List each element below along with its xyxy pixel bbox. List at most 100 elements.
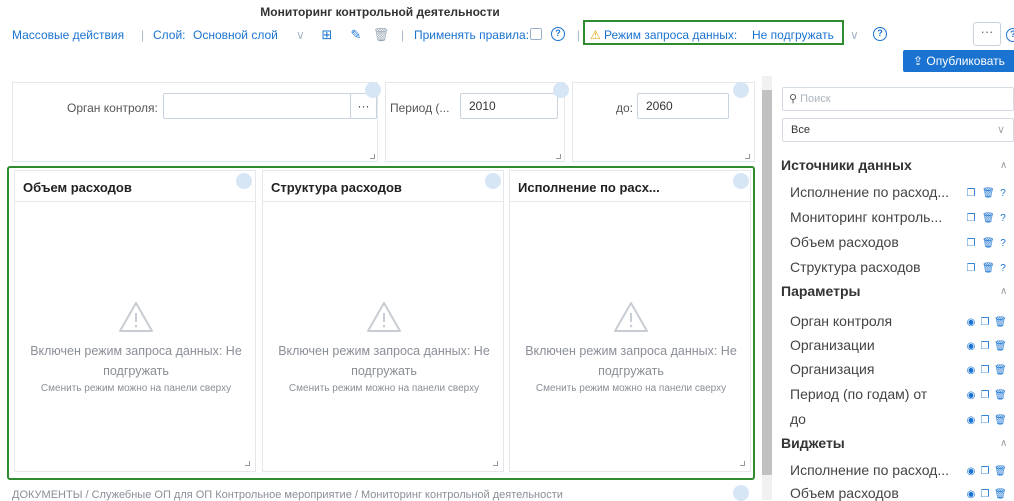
eye-icon[interactable]: ◉ <box>966 466 976 477</box>
org-label: Орган контроля: <box>67 101 158 115</box>
resize-handle[interactable] <box>740 461 745 466</box>
breadcrumb[interactable]: ДОКУМЕНТЫ / Служебные ОП для ОП Контроль… <box>12 489 563 501</box>
delete-icon[interactable]: 🗑 <box>994 341 1007 352</box>
warning-icon <box>367 302 401 332</box>
delete-icon[interactable]: 🗑 <box>982 238 995 249</box>
delete-icon[interactable]: 🗑 <box>994 466 1007 477</box>
widget-menu-dot[interactable] <box>365 82 381 98</box>
scrollbar-thumb[interactable] <box>762 90 772 475</box>
delete-icon[interactable]: 🗑 <box>982 188 995 199</box>
resize-handle[interactable] <box>556 154 561 159</box>
sidebar-search-input[interactable]: ⚲ Поиск <box>782 87 1014 111</box>
widget-title: Исполнение по расх... <box>510 171 750 202</box>
resize-handle[interactable] <box>493 461 498 466</box>
widget-menu-dot[interactable] <box>733 485 749 501</box>
widget-menu-dot[interactable] <box>553 82 569 98</box>
list-item[interactable]: Мониторинг контроль... <box>790 209 958 225</box>
delete-icon[interactable]: 🗑 <box>982 263 995 274</box>
widget-message: Включен режим запроса данных: Не подгруж… <box>30 344 242 378</box>
list-item[interactable]: Исполнение по расход... <box>790 184 958 200</box>
widget-menu-dot[interactable] <box>236 173 252 189</box>
copy-icon[interactable]: ❐ <box>980 317 990 328</box>
copy-icon[interactable]: ❐ <box>980 341 990 352</box>
list-item[interactable]: Исполнение по расход... <box>790 462 958 478</box>
section-widgets[interactable]: Виджеты <box>781 435 845 451</box>
widget-menu-dot[interactable] <box>485 173 501 189</box>
publish-button[interactable]: ⇪ Опубликовать <box>903 50 1014 72</box>
select-value: Все <box>791 124 810 136</box>
eye-icon[interactable]: ◉ <box>966 390 976 401</box>
delete-icon[interactable]: 🗑 <box>372 26 390 44</box>
list-item[interactable]: Объем расходов <box>790 485 958 501</box>
toolbar-divider: | <box>577 28 581 42</box>
chevron-down-icon[interactable]: ∨ <box>296 28 305 42</box>
help-icon[interactable]: ? <box>998 213 1008 224</box>
copy-icon[interactable]: ❐ <box>980 415 990 426</box>
list-item[interactable]: Период (по годам) от <box>790 386 958 402</box>
list-item[interactable]: Структура расходов <box>790 259 958 275</box>
list-item[interactable]: Организации <box>790 337 958 353</box>
toolbar-divider: | <box>401 28 405 42</box>
chevron-up-icon[interactable]: ∧ <box>1000 438 1007 449</box>
chevron-up-icon[interactable]: ∧ <box>1000 160 1007 171</box>
sidebar-filter-select[interactable]: Все ∨ <box>782 118 1014 142</box>
delete-icon[interactable]: 🗑 <box>994 365 1007 376</box>
eye-icon[interactable]: ◉ <box>966 365 976 376</box>
edit-icon[interactable]: ✎ <box>347 26 365 44</box>
publish-label: Опубликовать <box>926 54 1005 68</box>
delete-icon[interactable]: 🗑 <box>982 213 995 224</box>
resize-handle[interactable] <box>745 154 750 159</box>
delete-icon[interactable]: 🗑 <box>994 489 1007 500</box>
period-input[interactable]: 2010 <box>460 93 558 119</box>
widget-menu-dot[interactable] <box>733 82 749 98</box>
help-icon[interactable]: ? <box>998 263 1008 274</box>
to-input[interactable]: 2060 <box>637 93 729 119</box>
delete-icon[interactable]: 🗑 <box>994 415 1007 426</box>
data-mode-highlight <box>583 20 844 45</box>
toolbar-divider: | <box>141 28 145 42</box>
org-input[interactable] <box>163 93 351 119</box>
copy-icon[interactable]: ❐ <box>966 238 976 249</box>
bulk-actions-link[interactable]: Массовые действия <box>12 28 124 42</box>
copy-icon[interactable]: ❐ <box>980 489 990 500</box>
delete-icon[interactable]: 🗑 <box>994 317 1007 328</box>
list-item[interactable]: Объем расходов <box>790 234 958 250</box>
copy-icon[interactable]: ❐ <box>980 365 990 376</box>
section-data-sources[interactable]: Источники данных <box>781 157 912 173</box>
layer-select[interactable]: Основной слой <box>193 28 278 42</box>
widget-menu-dot[interactable] <box>733 173 749 189</box>
chevron-down-icon[interactable]: ∨ <box>850 28 859 42</box>
help-icon[interactable]: ? <box>551 27 565 41</box>
list-item[interactable]: Организация <box>790 361 958 377</box>
section-parameters[interactable]: Параметры <box>781 283 861 299</box>
copy-icon[interactable]: ❐ <box>980 390 990 401</box>
delete-icon[interactable]: 🗑 <box>994 390 1007 401</box>
eye-icon[interactable]: ◉ <box>966 489 976 500</box>
resize-handle[interactable] <box>245 461 250 466</box>
resize-handle[interactable] <box>370 154 375 159</box>
more-button[interactable]: ··· <box>973 22 1001 46</box>
help-icon[interactable]: ? <box>998 238 1008 249</box>
copy-icon[interactable]: ❐ <box>966 263 976 274</box>
eye-icon[interactable]: ◉ <box>966 415 976 426</box>
help-icon[interactable]: ? <box>1006 28 1014 42</box>
eye-icon[interactable]: ◉ <box>966 341 976 352</box>
eye-icon[interactable]: ◉ <box>966 317 976 328</box>
warning-icon <box>614 302 648 332</box>
widget-message: Включен режим запроса данных: Не подгруж… <box>278 344 490 378</box>
widget-hint: Сменить режим можно на панели сверху <box>40 383 232 394</box>
copy-icon[interactable]: ❐ <box>980 466 990 477</box>
to-label: до: <box>616 101 634 115</box>
copy-icon[interactable]: ❐ <box>966 188 976 199</box>
list-item[interactable]: до <box>790 411 958 427</box>
copy-icon[interactable]: ❐ <box>966 213 976 224</box>
apply-rules-checkbox[interactable] <box>530 28 542 40</box>
page-title: Мониторинг контрольной деятельности <box>260 5 500 19</box>
help-icon[interactable]: ? <box>998 188 1008 199</box>
add-icon[interactable]: ⊞ <box>318 26 336 44</box>
list-item[interactable]: Орган контроля <box>790 313 958 329</box>
widget-hint: Сменить режим можно на панели сверху <box>288 383 480 394</box>
warning-icon <box>119 302 153 332</box>
help-icon[interactable]: ? <box>873 27 887 41</box>
chevron-up-icon[interactable]: ∧ <box>1000 286 1007 297</box>
